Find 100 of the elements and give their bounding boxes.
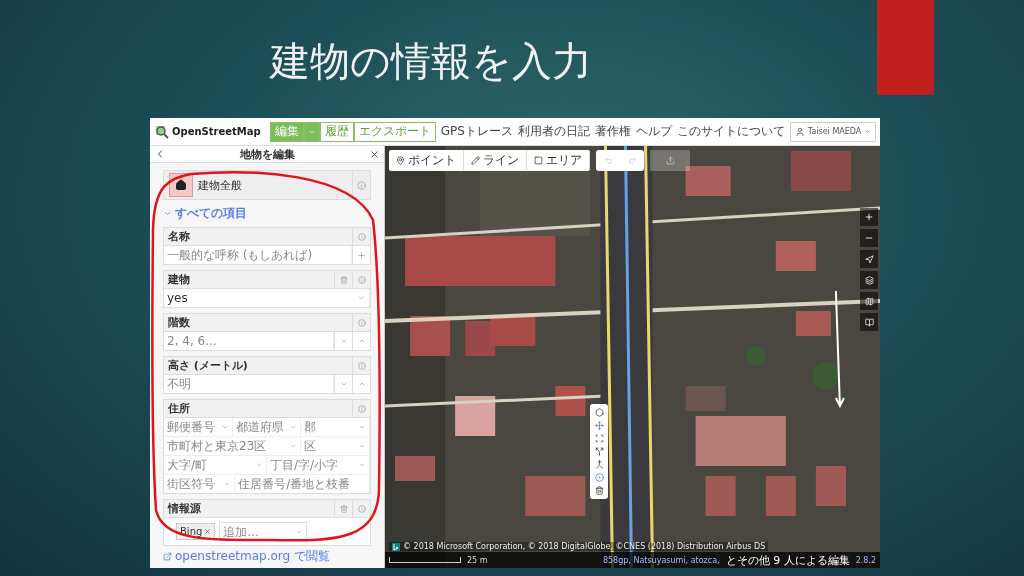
trash-icon — [339, 275, 348, 284]
split-icon — [594, 447, 604, 456]
help-button[interactable] — [860, 313, 878, 331]
nav-link[interactable]: 利用者の日記 — [517, 123, 590, 140]
combo-input[interactable]: yes — [164, 291, 353, 305]
magnifier-logo-icon — [155, 124, 169, 139]
book-icon — [864, 317, 874, 327]
address-field[interactable]: 郵便番号 — [164, 418, 233, 436]
move-button[interactable] — [594, 421, 604, 430]
site-logo[interactable]: OpenStreetMap — [155, 124, 261, 139]
layers-button[interactable] — [860, 271, 878, 289]
caret-up-icon — [357, 337, 366, 345]
nav-link[interactable]: ヘルプ — [635, 123, 672, 140]
address-input[interactable]: 区 — [301, 439, 355, 453]
map-data-button[interactable] — [860, 292, 878, 310]
address-input[interactable]: 郵便番号 — [164, 420, 218, 434]
address-input[interactable]: 郡 — [301, 420, 355, 434]
remove-icon — [204, 528, 212, 535]
address-input[interactable]: 街区符号 — [164, 477, 221, 491]
save-button[interactable] — [650, 150, 690, 171]
caret-icon — [864, 128, 872, 135]
combo-field[interactable]: yes — [164, 289, 370, 307]
scale-label: 25 m — [467, 555, 488, 565]
external-link-icon — [163, 552, 172, 561]
version-label: 2.8.2 — [855, 555, 876, 565]
imagery-attribution: © 2018 Microsoft Corporation, © 2018 DigitalGlobe, ©CNES (2018) Distribution Airbus DS — [403, 542, 766, 551]
nav-link[interactable]: このサイトについて — [676, 123, 785, 140]
caret-icon — [339, 380, 348, 388]
address-input[interactable]: 市町村と東京23区 — [164, 439, 286, 453]
contributor-names[interactable]: 858gp, Natsuyasumi, atozca, — [602, 555, 720, 565]
close-icon — [369, 148, 380, 160]
corners-icon — [594, 434, 604, 443]
move-icon — [594, 421, 604, 430]
user-menu-button[interactable]: Taisei MAEDA — [789, 121, 877, 142]
square-icon — [534, 156, 543, 165]
undo-icon — [603, 156, 613, 165]
trash-icon — [594, 486, 604, 495]
address-input[interactable]: 大字/町 — [164, 458, 252, 472]
sidebar-title: 地物を編集 — [240, 146, 295, 162]
nav-link[interactable]: 著作権 — [594, 123, 631, 140]
pencil-icon — [471, 156, 480, 165]
hexagon-icon — [594, 408, 604, 417]
delete-button[interactable] — [594, 486, 604, 495]
caret-up-icon — [357, 380, 366, 388]
info-icon — [357, 504, 366, 513]
contributor-count: とその他 9 人による編集 — [725, 552, 850, 568]
redo-icon — [627, 156, 637, 165]
slide-title: 建物の情報を入力 — [270, 37, 592, 86]
address-field[interactable]: 市町村と東京23区 — [164, 437, 301, 455]
layers-icon — [864, 275, 874, 285]
target-icon — [594, 473, 604, 482]
caret-icon — [339, 337, 348, 345]
number-input[interactable]: 不明 — [164, 377, 333, 391]
field-label: 高さ (メートル) — [167, 358, 249, 373]
add-source-input[interactable]: 追加... — [220, 524, 293, 539]
address-field[interactable]: 街区符号 — [164, 475, 236, 493]
close-button[interactable] — [369, 148, 380, 160]
address-field[interactable]: 丁目/字/小字 — [267, 456, 370, 474]
view-on-osm-link[interactable]: openstreetmap.org で閲覧 — [150, 546, 384, 568]
field-label: 名称 — [167, 229, 191, 244]
split-button[interactable] — [594, 447, 604, 456]
mode-button[interactable]: ポイント — [389, 150, 464, 171]
zoom-in-button[interactable] — [860, 208, 878, 226]
nav-link[interactable]: GPSトレース — [440, 123, 513, 140]
locate-button[interactable] — [860, 250, 878, 268]
info-icon — [357, 318, 366, 327]
field-label: 住所 — [167, 401, 191, 416]
number-input[interactable]: 2, 4, 6... — [164, 334, 333, 348]
field-label: 階数 — [167, 315, 191, 330]
zoom-out-button[interactable] — [860, 229, 878, 247]
navigation-arrow-icon — [864, 254, 874, 264]
info-icon — [357, 180, 366, 190]
trash-icon — [339, 504, 348, 513]
pin-icon — [396, 156, 405, 165]
section-toggle[interactable]: すべての項目 — [163, 205, 247, 222]
caret-icon — [357, 294, 365, 302]
plus-icon — [864, 212, 874, 222]
info-icon — [357, 361, 366, 370]
text-input[interactable]: 一般的な呼称 (もしあれば) — [164, 248, 351, 262]
logo-text: OpenStreetMap — [172, 126, 261, 137]
plus-icon — [357, 250, 366, 260]
preset-row[interactable]: 建物全般 — [163, 170, 371, 200]
scale-bar — [389, 557, 461, 563]
address-input[interactable]: 丁目/字/小字 — [267, 458, 355, 472]
user-icon — [794, 126, 805, 137]
address-field[interactable]: 郡 — [301, 418, 370, 436]
merge-icon — [594, 460, 604, 469]
square-button[interactable] — [594, 434, 604, 443]
address-field[interactable]: 区 — [301, 437, 370, 455]
address-input[interactable]: 都道府県 — [232, 420, 287, 434]
field-label: 情報源 — [166, 501, 202, 516]
circularize-button[interactable] — [594, 408, 604, 417]
preset-name: 建物全般 — [198, 177, 243, 193]
map-icon — [864, 296, 874, 306]
merge-button[interactable] — [594, 460, 604, 469]
header-tab[interactable]: エクスポート — [353, 121, 436, 142]
address-field[interactable]: 大字/町 — [164, 456, 267, 474]
target-button[interactable] — [594, 473, 604, 482]
field-label: 建物 — [166, 272, 191, 287]
address-input[interactable]: 住居番号/番地と枝番 — [235, 477, 369, 491]
